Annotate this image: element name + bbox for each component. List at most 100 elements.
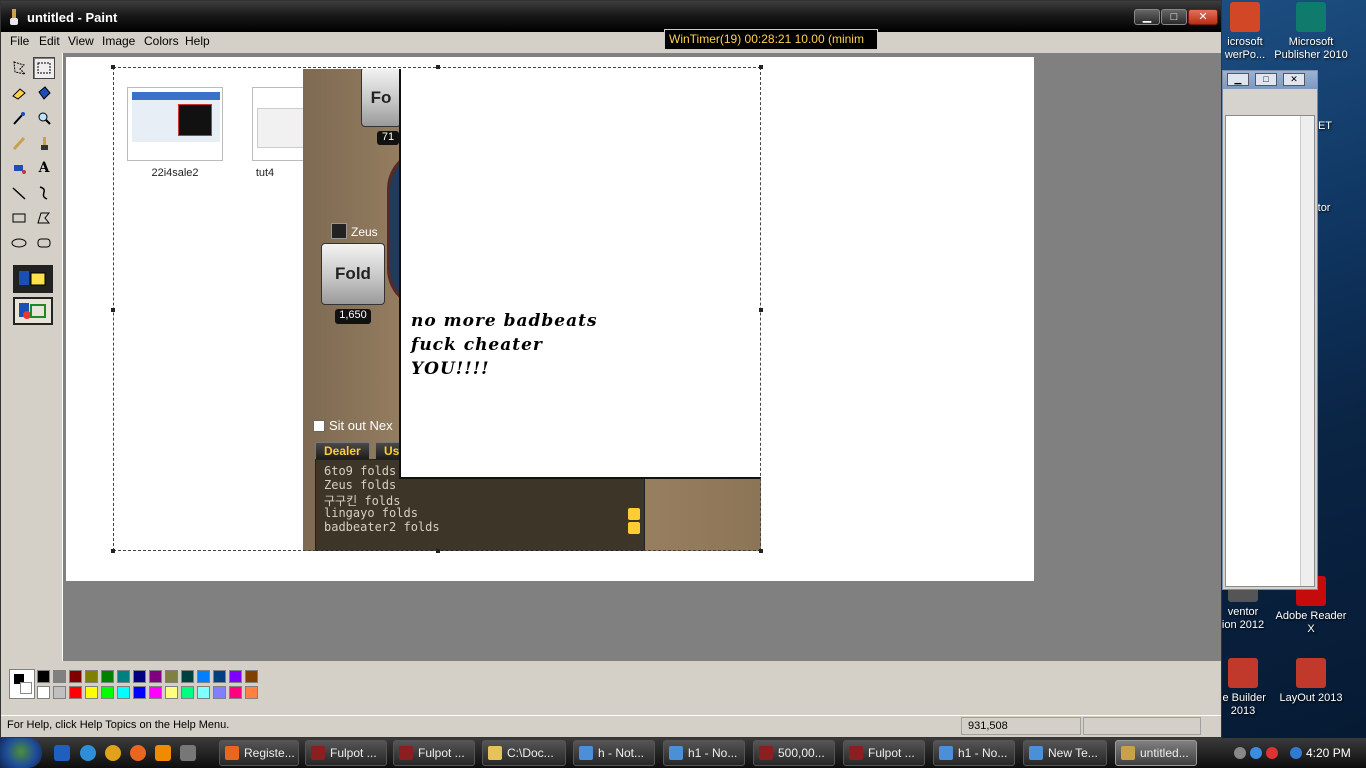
palette-swatch[interactable]: [197, 670, 210, 683]
taskbar-item-paint[interactable]: untitled...: [1115, 740, 1197, 766]
palette-swatch[interactable]: [133, 670, 146, 683]
selection-handle[interactable]: [436, 549, 440, 553]
palette-swatch[interactable]: [53, 670, 66, 683]
rect-select-icon[interactable]: [33, 57, 55, 79]
menu-view[interactable]: View: [68, 34, 94, 48]
palette-swatch[interactable]: [181, 670, 194, 683]
selection-handle[interactable]: [111, 549, 115, 553]
wintimer-overlay[interactable]: WinTimer(19) 00:28:21 10.00 (minim: [664, 29, 878, 50]
selection-handle[interactable]: [759, 308, 763, 312]
menu-image[interactable]: Image: [102, 34, 135, 48]
internet-explorer-icon[interactable]: [80, 745, 96, 761]
title-bar[interactable]: untitled - Paint ▁ □ ✕: [1, 1, 1221, 32]
firefox-icon[interactable]: [130, 745, 146, 761]
brush-icon[interactable]: [33, 132, 55, 154]
maximize-button[interactable]: □: [1161, 9, 1187, 25]
background-window-text-area[interactable]: [1225, 115, 1315, 587]
menu-help[interactable]: Help: [185, 34, 210, 48]
minimize-icon[interactable]: ▁: [1227, 73, 1249, 86]
selection-handle[interactable]: [111, 65, 115, 69]
rounded-rectangle-icon[interactable]: [33, 232, 55, 254]
menu-edit[interactable]: Edit: [39, 34, 60, 48]
palette-swatch[interactable]: [197, 686, 210, 699]
palette-swatch[interactable]: [101, 686, 114, 699]
palette-swatch[interactable]: [245, 686, 258, 699]
taskbar-item-poker[interactable]: 500,00...: [753, 740, 835, 766]
maximize-icon[interactable]: □: [1255, 73, 1277, 86]
desktop-icon-layout[interactable]: LayOut 2013: [1274, 658, 1348, 705]
menu-file[interactable]: File: [10, 34, 29, 48]
taskbar-item-folder[interactable]: C:\Doc...: [482, 740, 566, 766]
palette-swatch[interactable]: [85, 670, 98, 683]
close-button[interactable]: ✕: [1188, 9, 1218, 25]
vertical-scrollbar[interactable]: [1300, 116, 1314, 586]
magnifier-icon[interactable]: [33, 107, 55, 129]
explorer-quicklaunch-icon[interactable]: [54, 745, 70, 761]
palette-swatch[interactable]: [101, 670, 114, 683]
palette-swatch[interactable]: [69, 670, 82, 683]
current-colors[interactable]: [9, 669, 35, 699]
minimize-button[interactable]: ▁: [1134, 9, 1160, 25]
palette-swatch[interactable]: [53, 686, 66, 699]
palette-swatch[interactable]: [229, 670, 242, 683]
palette-swatch[interactable]: [149, 686, 162, 699]
opaque-selection-option[interactable]: [13, 265, 53, 293]
polygon-icon[interactable]: [33, 207, 55, 229]
tray-bluetooth-icon[interactable]: [1250, 747, 1262, 759]
start-button[interactable]: [0, 738, 42, 768]
color-picker-icon[interactable]: [8, 107, 30, 129]
eraser-icon[interactable]: [8, 82, 30, 104]
taskbar-item-notepad[interactable]: h1 - No...: [663, 740, 745, 766]
selection-handle[interactable]: [759, 549, 763, 553]
background-window[interactable]: ▁ □ ✕: [1222, 70, 1318, 590]
drawing-canvas[interactable]: 22i4sale2 tut4 Fo 71 Zeus Fold 1,650 Sit…: [66, 57, 1034, 581]
palette-swatch[interactable]: [165, 670, 178, 683]
rectangle-icon[interactable]: [8, 207, 30, 229]
palette-swatch[interactable]: [181, 686, 194, 699]
background-window-titlebar[interactable]: ▁ □ ✕: [1223, 71, 1317, 89]
palette-swatch[interactable]: [133, 686, 146, 699]
close-icon[interactable]: ✕: [1283, 73, 1305, 86]
taskbar-item-notepad[interactable]: h1 - No...: [933, 740, 1015, 766]
taskbar-item-fulpot[interactable]: Fulpot ...: [393, 740, 475, 766]
pencil-icon[interactable]: [8, 132, 30, 154]
transparent-selection-option[interactable]: [13, 297, 53, 325]
taskbar-item-fulpot[interactable]: Fulpot ...: [305, 740, 387, 766]
taskbar-item-firefox[interactable]: Registe...: [219, 740, 299, 766]
text-tool-icon[interactable]: A: [33, 157, 55, 179]
menu-colors[interactable]: Colors: [144, 34, 179, 48]
taskbar-item-new-text[interactable]: New Te...: [1023, 740, 1107, 766]
palette-swatch[interactable]: [117, 686, 130, 699]
palette-swatch[interactable]: [213, 670, 226, 683]
curve-icon[interactable]: [33, 182, 55, 204]
palette-swatch[interactable]: [37, 686, 50, 699]
airbrush-icon[interactable]: [8, 157, 30, 179]
taskbar-item-fulpot[interactable]: Fulpot ...: [843, 740, 925, 766]
palette-swatch[interactable]: [117, 670, 130, 683]
free-form-select-icon[interactable]: [8, 57, 30, 79]
tray-network-icon[interactable]: [1234, 747, 1246, 759]
chrome-icon[interactable]: [105, 745, 121, 761]
selection-handle[interactable]: [111, 308, 115, 312]
palette-swatch[interactable]: [229, 686, 242, 699]
selection-rectangle[interactable]: [111, 65, 763, 553]
palette-swatch[interactable]: [213, 686, 226, 699]
palette-swatch[interactable]: [245, 670, 258, 683]
ellipse-icon[interactable]: [8, 232, 30, 254]
desktop-icon-style-builder[interactable]: le Builder 2013: [1218, 658, 1280, 718]
palette-swatch[interactable]: [37, 670, 50, 683]
desktop-icon-publisher[interactable]: Microsoft Publisher 2010: [1274, 2, 1348, 62]
tray-settings-icon[interactable]: [1290, 747, 1302, 759]
taskbar-item-notepad[interactable]: h - Not...: [573, 740, 655, 766]
desktop-icon-powerpoint[interactable]: icrosoft werPo...: [1218, 2, 1282, 62]
media-icon[interactable]: [180, 745, 196, 761]
palette-swatch[interactable]: [69, 686, 82, 699]
clock[interactable]: 4:20 PM: [1306, 746, 1351, 760]
selection-handle[interactable]: [759, 65, 763, 69]
background-color[interactable]: [20, 682, 32, 694]
palette-swatch[interactable]: [85, 686, 98, 699]
palette-swatch[interactable]: [149, 670, 162, 683]
line-icon[interactable]: [8, 182, 30, 204]
selection-handle[interactable]: [436, 65, 440, 69]
tray-app-icon[interactable]: [1266, 747, 1278, 759]
